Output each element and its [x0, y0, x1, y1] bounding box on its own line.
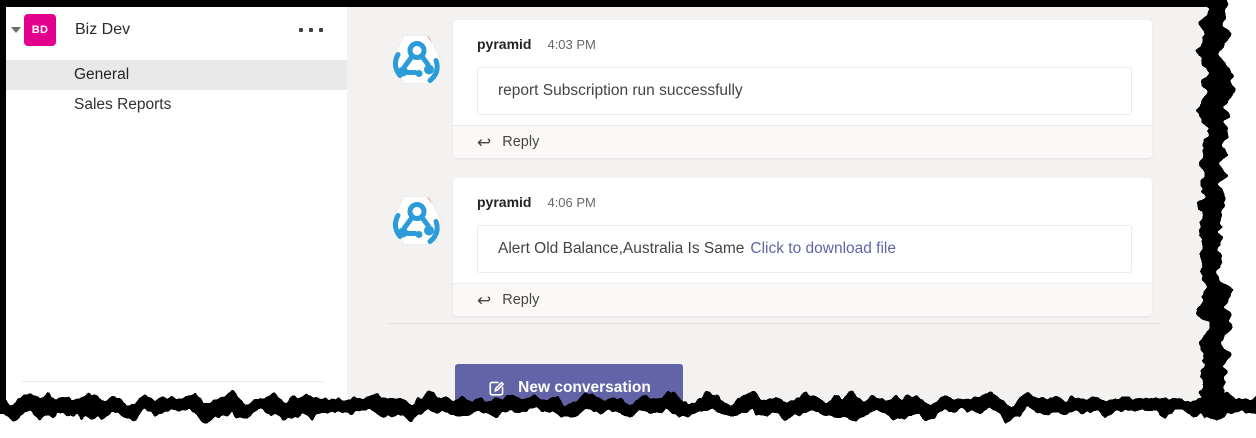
message-text: report Subscription run successfully	[498, 82, 743, 100]
message-meta: pyramid 4:03 PM	[477, 36, 1132, 52]
new-conversation-label: New conversation	[518, 379, 651, 397]
team-avatar: BD	[24, 14, 56, 46]
reply-button[interactable]: ↩ Reply	[453, 125, 1152, 158]
reply-arrow-icon: ↩	[477, 134, 491, 151]
download-file-link[interactable]: Click to download file	[750, 240, 896, 258]
sidebar-divider	[22, 381, 323, 382]
message-meta: pyramid 4:06 PM	[477, 194, 1132, 210]
sidebar-item-sales-reports[interactable]: Sales Reports	[6, 90, 347, 120]
channel-list: General Sales Reports	[6, 60, 347, 120]
message-timestamp: 4:03 PM	[547, 37, 595, 52]
reply-arrow-icon: ↩	[477, 292, 491, 309]
message-main: pyramid 4:03 PM report Subscription run …	[453, 20, 1152, 125]
pyramid-bot-avatar-icon	[390, 193, 443, 249]
message-author: pyramid	[477, 36, 531, 52]
new-conversation-button[interactable]: New conversation	[455, 364, 683, 412]
compose-icon	[487, 379, 506, 398]
team-name: Biz Dev	[75, 21, 299, 39]
reply-button[interactable]: ↩ Reply	[453, 283, 1152, 316]
pyramid-bot-avatar-icon	[390, 32, 443, 88]
message-author: pyramid	[477, 194, 531, 210]
channel-sidebar: BD Biz Dev General Sales Reports	[6, 7, 347, 438]
message-main: pyramid 4:06 PM Alert Old Balance,Austra…	[453, 178, 1152, 283]
message-timestamp: 4:06 PM	[547, 195, 595, 210]
more-options-icon[interactable]	[299, 22, 323, 38]
bot-message-box: Alert Old Balance,Australia Is Same Clic…	[477, 225, 1132, 273]
reply-label: Reply	[502, 134, 539, 150]
teams-channel-view: BD Biz Dev General Sales Reports	[0, 0, 1256, 438]
team-row-biz-dev[interactable]: BD Biz Dev	[6, 7, 347, 53]
message-text: Alert Old Balance,Australia Is Same	[498, 240, 744, 258]
message-card: pyramid 4:03 PM report Subscription run …	[453, 20, 1152, 158]
sidebar-item-general[interactable]: General	[6, 60, 347, 90]
reply-label: Reply	[502, 292, 539, 308]
chevron-down-icon[interactable]	[8, 27, 23, 33]
conversation-pane: pyramid 4:03 PM report Subscription run …	[347, 7, 1256, 438]
message-card: pyramid 4:06 PM Alert Old Balance,Austra…	[453, 178, 1152, 316]
bot-message-box: report Subscription run successfully	[477, 67, 1132, 115]
conversation-divider	[388, 323, 1160, 324]
